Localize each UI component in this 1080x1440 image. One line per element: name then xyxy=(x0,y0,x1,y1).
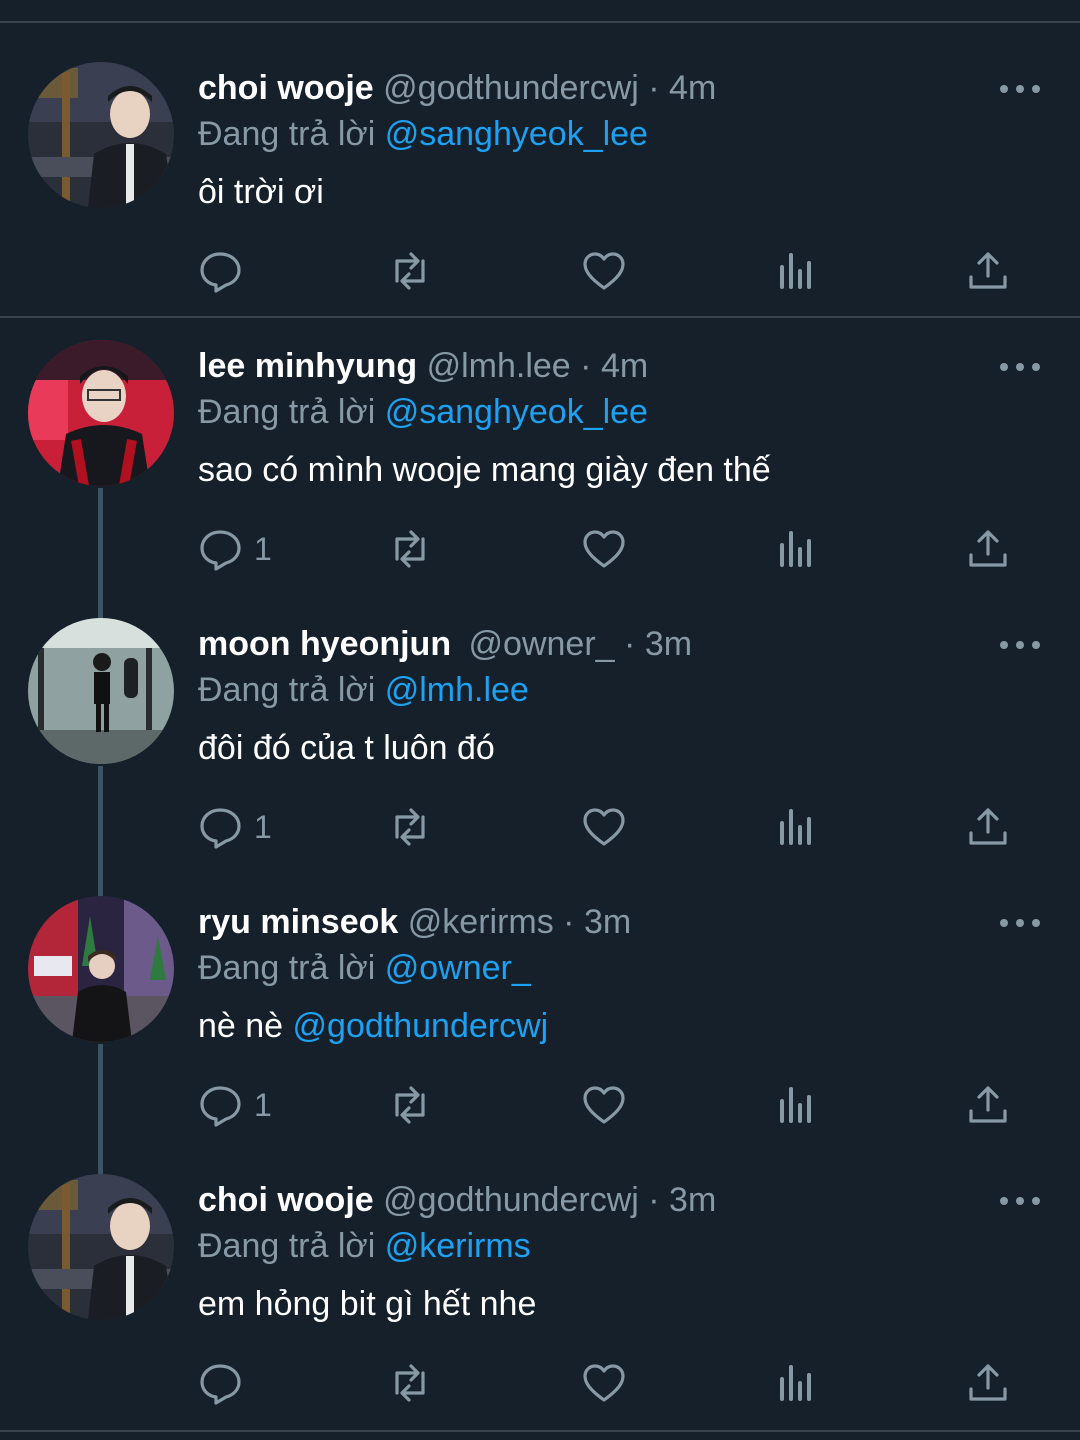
replying-to: Đang trả lời @owner_ xyxy=(198,946,531,990)
like-button[interactable] xyxy=(582,1358,626,1408)
replying-to: Đang trả lời @sanghyeok_lee xyxy=(198,390,648,434)
reply-to-mention[interactable]: @sanghyeok_lee xyxy=(385,115,648,153)
avatar[interactable] xyxy=(28,896,174,1042)
tweet[interactable]: ryu minseok @kerirms · 3m Đang trả lời @… xyxy=(0,834,1080,1127)
more-icon[interactable] xyxy=(1000,352,1040,382)
replying-to: Đang trả lời @sanghyeok_lee xyxy=(198,112,648,156)
share-icon xyxy=(969,1364,1007,1401)
tweet-actions xyxy=(198,1358,1028,1408)
tweet-text: đôi đó của t luôn đó xyxy=(198,726,495,770)
tweet-text: ôi trời ơi xyxy=(198,170,324,214)
replying-to-label: Đang trả lời xyxy=(198,949,376,987)
tweet-header: choi wooje @godthundercwj · 3m xyxy=(198,1178,716,1222)
tweet-text-content: đôi đó của t luôn đó xyxy=(198,729,495,767)
tweet-header: ryu minseok @kerirms · 3m xyxy=(198,900,631,944)
tweet-text-content: nè nè xyxy=(198,1007,293,1045)
more-icon[interactable] xyxy=(1000,74,1040,104)
timestamp[interactable]: 3m xyxy=(645,625,692,663)
user-handle[interactable]: @godthundercwj xyxy=(383,69,639,107)
retweet-icon xyxy=(395,1364,425,1402)
tweet[interactable]: choi wooje @godthundercwj · 3m Đang trả … xyxy=(0,1112,1080,1405)
avatar[interactable] xyxy=(28,62,174,208)
reply-to-mention[interactable]: @lmh.lee xyxy=(385,671,529,709)
tweet[interactable]: lee minhyung @lmh.lee · 4m Đang trả lời … xyxy=(0,278,1080,571)
tweet-header: choi wooje @godthundercwj · 4m xyxy=(198,66,716,110)
reply-icon xyxy=(200,1364,241,1405)
reply-to-mention[interactable]: @owner_ xyxy=(385,949,531,987)
tweet[interactable]: moon hyeonjun @owner_ · 3m Đang trả lời … xyxy=(0,556,1080,849)
tweet-text-content: em hỏng bit gì hết nhe xyxy=(198,1285,537,1323)
tweet-header: lee minhyung @lmh.lee · 4m xyxy=(198,344,648,388)
timestamp[interactable]: 3m xyxy=(669,1181,716,1219)
display-name[interactable]: lee minhyung xyxy=(198,347,417,385)
user-handle[interactable]: @owner_ xyxy=(469,625,615,663)
display-name[interactable]: choi wooje xyxy=(198,69,374,107)
more-icon[interactable] xyxy=(1000,908,1040,938)
tweet-text-content: sao có mình wooje mang giày đen thế xyxy=(198,451,771,489)
tweet-text-content: ôi trời ơi xyxy=(198,173,324,211)
reply-to-mention[interactable]: @kerirms xyxy=(385,1227,531,1265)
separator-dot: · xyxy=(648,1181,660,1219)
separator-dot: · xyxy=(580,347,592,385)
tweet-text: sao có mình wooje mang giày đen thế xyxy=(198,448,771,492)
replying-to-label: Đang trả lời xyxy=(198,115,376,153)
user-handle[interactable]: @lmh.lee xyxy=(427,347,571,385)
more-icon[interactable] xyxy=(1000,1186,1040,1216)
replying-to: Đang trả lời @kerirms xyxy=(198,1224,531,1268)
display-name[interactable]: choi wooje xyxy=(198,1181,374,1219)
timestamp[interactable]: 4m xyxy=(669,69,716,107)
share-button[interactable] xyxy=(966,1358,1010,1408)
more-icon[interactable] xyxy=(1000,630,1040,660)
replying-to-label: Đang trả lời xyxy=(198,393,376,431)
reply-to-mention[interactable]: @sanghyeok_lee xyxy=(385,393,648,431)
replying-to-label: Đang trả lời xyxy=(198,1227,376,1265)
bottom-divider xyxy=(0,1430,1080,1432)
analytics-icon xyxy=(780,1365,811,1401)
tweet-text: nè nè @godthundercwj xyxy=(198,1004,548,1048)
avatar[interactable] xyxy=(28,618,174,764)
tweet-header: moon hyeonjun @owner_ · 3m xyxy=(198,622,692,666)
retweet-button[interactable] xyxy=(388,1358,432,1408)
reply-button[interactable] xyxy=(198,1358,254,1408)
avatar[interactable] xyxy=(28,340,174,486)
separator-dot: · xyxy=(624,625,636,663)
display-name[interactable]: ryu minseok xyxy=(198,903,398,941)
separator-dot: · xyxy=(563,903,575,941)
avatar[interactable] xyxy=(28,1174,174,1320)
like-icon xyxy=(583,1364,625,1402)
separator-dot: · xyxy=(648,69,660,107)
timestamp[interactable]: 3m xyxy=(584,903,631,941)
analytics-button[interactable] xyxy=(774,1358,818,1408)
user-handle[interactable]: @kerirms xyxy=(408,903,554,941)
user-handle[interactable]: @godthundercwj xyxy=(383,1181,639,1219)
timestamp[interactable]: 4m xyxy=(601,347,648,385)
replying-to: Đang trả lời @lmh.lee xyxy=(198,668,529,712)
tweet[interactable]: choi wooje @godthundercwj · 4m Đang trả … xyxy=(0,0,1080,293)
tweet-text: em hỏng bit gì hết nhe xyxy=(198,1282,536,1326)
display-name[interactable]: moon hyeonjun xyxy=(198,625,451,663)
replying-to-label: Đang trả lời xyxy=(198,671,376,709)
text-mention[interactable]: @godthundercwj xyxy=(293,1007,549,1045)
